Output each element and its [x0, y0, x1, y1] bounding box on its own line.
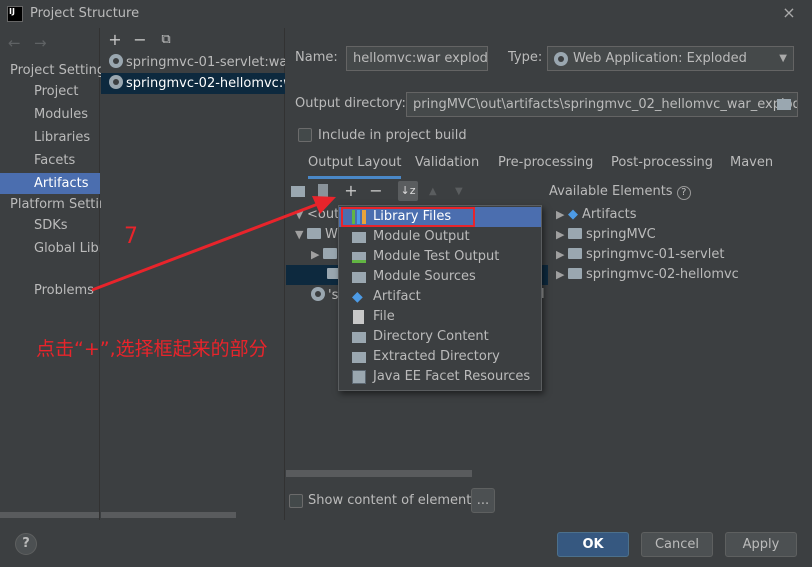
- apply-button[interactable]: Apply: [725, 532, 797, 557]
- layout-horizontal-scrollbar[interactable]: [286, 470, 472, 477]
- annotation-instruction: 点击“+”,选择框起来的部分: [36, 338, 268, 360]
- show-content-checkbox[interactable]: [289, 494, 303, 508]
- annotation-arrow: [91, 196, 336, 292]
- show-content-options-button[interactable]: ...: [471, 488, 495, 513]
- help-button[interactable]: ?: [15, 533, 37, 555]
- show-content-label: Show content of elements: [308, 493, 479, 508]
- ok-button[interactable]: OK: [557, 532, 629, 557]
- annotation-step-number: 7: [124, 224, 138, 249]
- cancel-button[interactable]: Cancel: [641, 532, 713, 557]
